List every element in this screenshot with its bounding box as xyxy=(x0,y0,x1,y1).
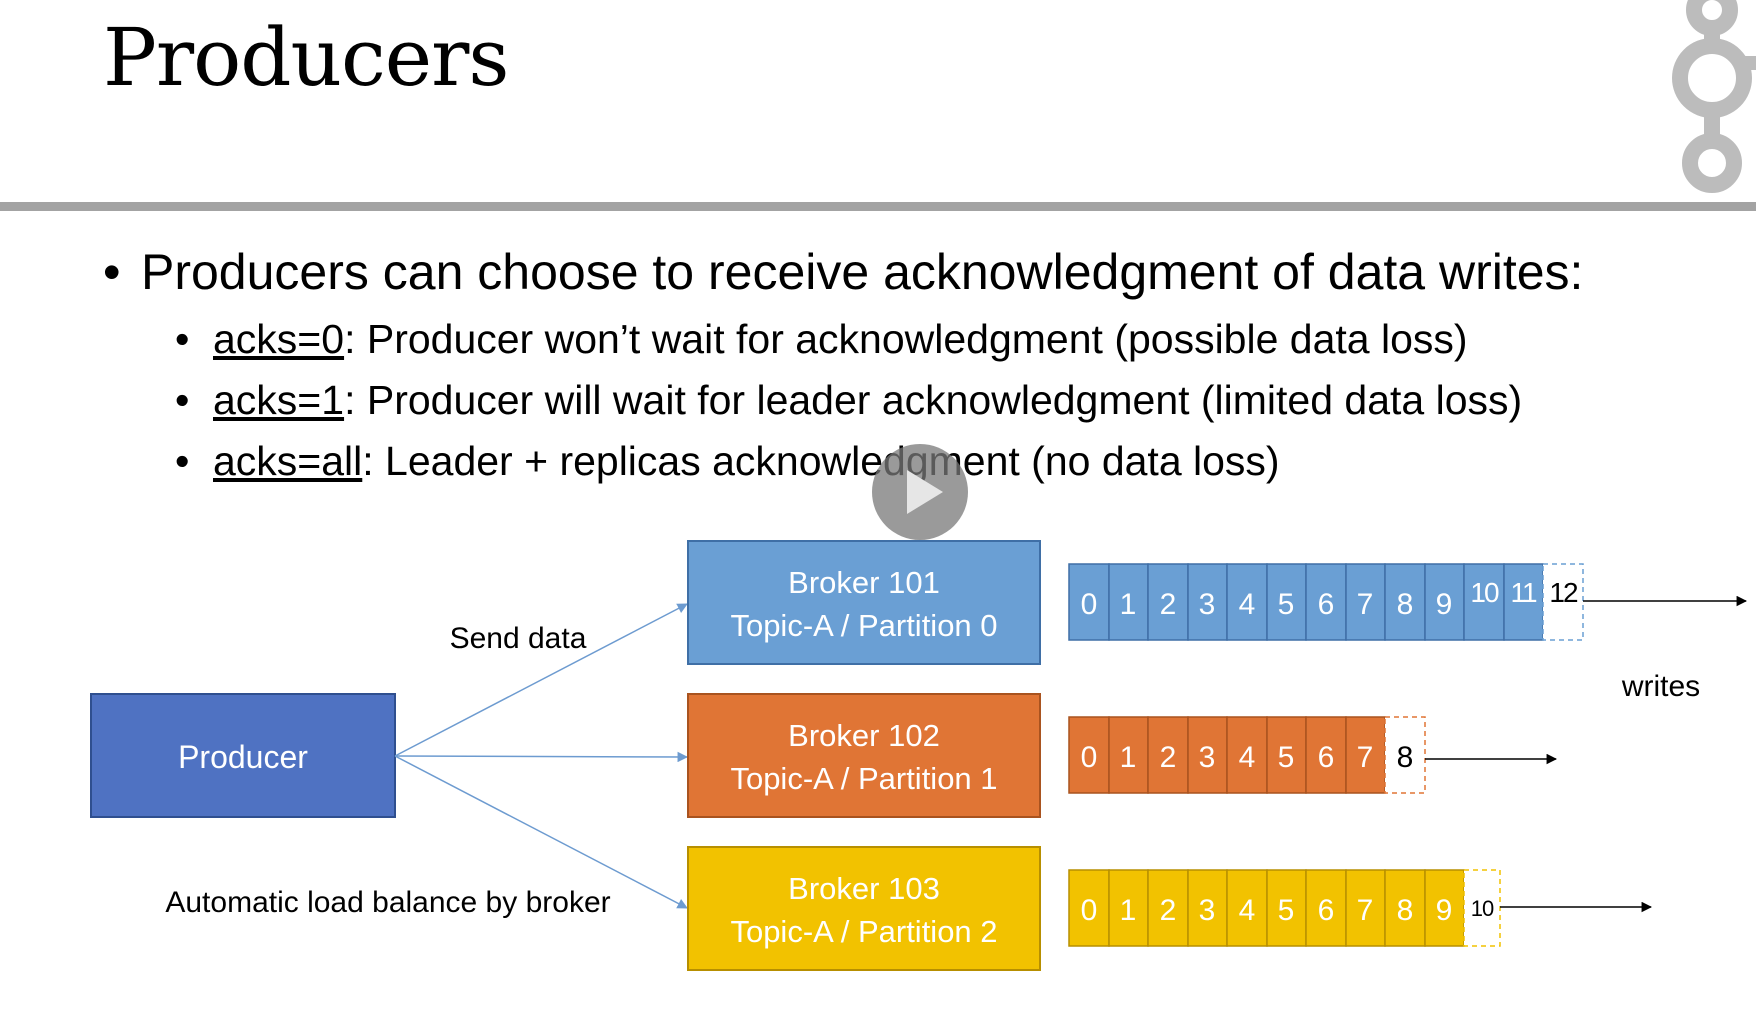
offset-number: 1 xyxy=(1120,894,1137,927)
offset-number: 5 xyxy=(1278,741,1295,774)
offset-number: 8 xyxy=(1397,894,1414,927)
send-arrow-partition-1 xyxy=(394,751,689,763)
next-offset-number: 10 xyxy=(1471,896,1494,921)
partition-0-log: 0 1 2 3 4 5 6 7 8 9 10 11 12 xyxy=(1068,563,1584,641)
offset-number: 4 xyxy=(1239,894,1256,927)
offset-number-wrapped: 11 xyxy=(1510,577,1536,608)
producer-label: Producer xyxy=(178,739,308,775)
send-data-label: Send data xyxy=(450,622,587,655)
offset-number: 6 xyxy=(1318,894,1335,927)
offset-number: 6 xyxy=(1318,741,1335,774)
offset-number: 7 xyxy=(1357,894,1374,927)
writes-label: writes xyxy=(1621,670,1700,703)
offset-number: 1 xyxy=(1120,741,1137,774)
offset-number: 3 xyxy=(1199,741,1216,774)
video-play-button[interactable] xyxy=(872,444,968,540)
offset-number: 3 xyxy=(1199,894,1216,927)
offset-number: 3 xyxy=(1199,588,1216,621)
load-balance-label: Automatic load balance by broker xyxy=(165,886,610,919)
offset-number: 6 xyxy=(1318,588,1335,621)
broker-101-partition: Topic-A / Partition 0 xyxy=(730,608,997,643)
broker-103-partition: Topic-A / Partition 2 xyxy=(730,914,997,949)
offset-number: 2 xyxy=(1160,894,1177,927)
broker-102-box xyxy=(687,693,1041,818)
offset-number: 2 xyxy=(1160,588,1177,621)
play-icon xyxy=(907,470,943,514)
offset-number: 5 xyxy=(1278,894,1295,927)
broker-102-name: Broker 102 xyxy=(788,718,940,753)
partition-2-log: 0 1 2 3 4 5 6 7 8 9 10 xyxy=(1068,869,1501,947)
next-offset-number: 8 xyxy=(1397,741,1414,774)
offset-number: 7 xyxy=(1357,741,1374,774)
broker-102-partition: Topic-A / Partition 1 xyxy=(730,761,997,796)
offset-number: 0 xyxy=(1081,741,1098,774)
offset-number: 0 xyxy=(1081,588,1098,621)
offset-number: 0 xyxy=(1081,894,1098,927)
offset-number: 4 xyxy=(1239,588,1256,621)
offset-number: 1 xyxy=(1120,588,1137,621)
offset-number: 9 xyxy=(1436,894,1453,927)
broker-101-box xyxy=(687,540,1041,665)
broker-103-box xyxy=(687,846,1041,971)
offset-number: 8 xyxy=(1397,588,1414,621)
offset-number: 9 xyxy=(1436,588,1453,621)
next-offset-number: 12 xyxy=(1549,577,1578,608)
broker-103-name: Broker 103 xyxy=(788,871,940,906)
broker-101-name: Broker 101 xyxy=(788,565,940,600)
offset-number: 5 xyxy=(1278,588,1295,621)
offset-number: 2 xyxy=(1160,741,1177,774)
offset-number: 7 xyxy=(1357,588,1374,621)
offset-number-wrapped: 10 xyxy=(1470,577,1499,608)
partition-1-log: 0 1 2 3 4 5 6 7 8 xyxy=(1068,716,1426,794)
offset-number: 4 xyxy=(1239,741,1256,774)
